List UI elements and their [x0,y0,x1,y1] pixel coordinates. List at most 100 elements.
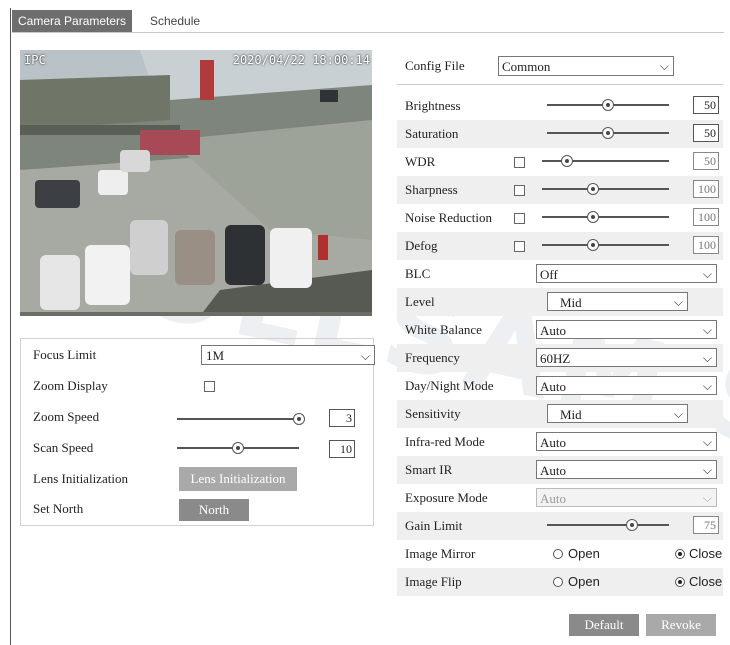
brightness-value[interactable]: 50 [693,96,719,114]
sharpness-checkbox[interactable] [514,185,525,196]
chevron-down-icon: ⌵ [702,267,712,281]
noise-reduction-slider[interactable] [542,211,669,223]
frequency-row: Frequency 60HZ ⌵ [397,344,723,372]
gain-limit-label: Gain Limit [405,518,463,533]
camera-label: IPC [24,53,46,67]
gain-limit-row: Gain Limit 75 [397,512,723,540]
page-left-border [10,8,11,645]
sensitivity-select[interactable]: Mid ⌵ [547,404,688,423]
blc-select[interactable]: Off ⌵ [536,264,717,283]
wdr-value[interactable]: 50 [693,152,719,170]
slider-knob-icon[interactable] [602,127,614,139]
white-balance-value: Auto [540,323,566,338]
focus-limit-value: 1M [206,348,225,363]
chevron-down-icon: ⌵ [673,295,683,309]
tab-bar: Camera Parameters Schedule [12,8,724,33]
config-file-select[interactable]: Common ⌵ [498,56,674,76]
chevron-down-icon: ⌵ [702,351,712,365]
north-button[interactable]: North [179,499,249,521]
slider-knob-icon[interactable] [587,211,599,223]
slider-knob-icon[interactable] [626,519,638,531]
chevron-down-icon: ⌵ [659,59,669,73]
wdr-checkbox[interactable] [514,157,525,168]
default-button[interactable]: Default [569,614,639,636]
sensitivity-value: Mid [560,407,582,422]
image-flip-close-radio[interactable] [675,577,685,587]
image-mirror-close-radio[interactable] [675,549,685,559]
sharpness-value[interactable]: 100 [693,180,719,198]
blc-value: Off [540,267,558,282]
slider-knob-icon[interactable] [602,99,614,111]
sensitivity-label: Sensitivity [405,406,461,421]
exposure-select[interactable]: Auto ⌵ [536,488,717,507]
saturation-slider[interactable] [547,127,669,139]
lens-initialization-button[interactable]: Lens Initialization [179,467,297,491]
saturation-row: Saturation 50 [397,120,723,148]
image-mirror-close-label: Close [689,546,723,561]
tab-camera-parameters[interactable]: Camera Parameters [12,10,133,32]
zoom-speed-value[interactable]: 3 [329,409,355,427]
exposure-label: Exposure Mode [405,490,488,505]
slider-knob-icon[interactable] [561,155,573,167]
exposure-row: Exposure Mode Auto ⌵ [397,484,723,512]
white-balance-select[interactable]: Auto ⌵ [536,320,717,339]
focus-limit-select[interactable]: 1M ⌵ [201,345,375,365]
noise-reduction-value[interactable]: 100 [693,208,719,226]
revoke-button[interactable]: Revoke [646,614,716,636]
day-night-select[interactable]: Auto ⌵ [536,376,717,395]
smart-ir-label: Smart IR [405,462,453,477]
defog-slider[interactable] [542,239,669,251]
wdr-row: WDR 50 [397,148,723,176]
brightness-slider[interactable] [547,99,669,111]
scan-speed-slider[interactable] [177,442,299,454]
defog-label: Defog [405,238,438,253]
zoom-speed-slider[interactable] [177,413,305,425]
white-balance-row: White Balance Auto ⌵ [397,316,723,344]
wdr-label: WDR [405,154,436,169]
brightness-label: Brightness [405,98,461,113]
lens-settings-panel: Focus Limit 1M ⌵ Zoom Display Zoom Speed… [20,338,375,526]
sharpness-label: Sharpness [405,182,458,197]
chevron-down-icon: ⌵ [702,491,712,505]
level-label: Level [405,294,435,309]
scan-speed-label: Scan Speed [33,440,94,455]
config-file-row: Config File Common ⌵ [397,50,723,85]
defog-checkbox[interactable] [514,241,525,252]
image-flip-open-radio[interactable] [553,577,563,587]
frequency-value: 60HZ [540,351,571,366]
zoom-display-label: Zoom Display [33,378,108,393]
config-file-value: Common [502,59,551,74]
image-mirror-open-label: Open [568,546,600,561]
saturation-label: Saturation [405,126,459,141]
live-video-preview: IPC 2020/04/22 18:00:14 [20,50,372,316]
frequency-select[interactable]: 60HZ ⌵ [536,348,717,367]
slider-knob-icon[interactable] [293,413,305,425]
smart-ir-select[interactable]: Auto ⌵ [536,460,717,479]
defog-value[interactable]: 100 [693,236,719,254]
sharpness-slider[interactable] [542,183,669,195]
blc-row: BLC Off ⌵ [397,260,723,288]
noise-reduction-checkbox[interactable] [514,213,525,224]
zoom-speed-label: Zoom Speed [33,409,100,424]
smart-ir-row: Smart IR Auto ⌵ [397,456,723,484]
chevron-down-icon: ⌵ [702,463,712,477]
image-settings-panel: Config File Common ⌵ Brightness 50 Satur… [397,50,723,636]
blc-label: BLC [405,266,431,281]
gain-limit-slider[interactable] [547,519,669,531]
zoom-display-checkbox[interactable] [204,381,215,392]
tab-schedule[interactable]: Schedule [144,10,207,32]
noise-reduction-label: Noise Reduction [405,210,493,225]
scan-speed-value[interactable]: 10 [329,440,355,458]
slider-knob-icon[interactable] [587,239,599,251]
gain-limit-value[interactable]: 75 [693,516,719,534]
level-select[interactable]: Mid ⌵ [547,292,688,311]
saturation-value[interactable]: 50 [693,124,719,142]
slider-knob-icon[interactable] [587,183,599,195]
exposure-value: Auto [540,491,566,506]
infrared-select[interactable]: Auto ⌵ [536,432,717,451]
image-mirror-open-radio[interactable] [553,549,563,559]
image-flip-open-label: Open [568,574,600,589]
wdr-slider[interactable] [542,155,669,167]
image-flip-row: Image Flip Open Close [397,568,723,596]
slider-knob-icon[interactable] [232,442,244,454]
